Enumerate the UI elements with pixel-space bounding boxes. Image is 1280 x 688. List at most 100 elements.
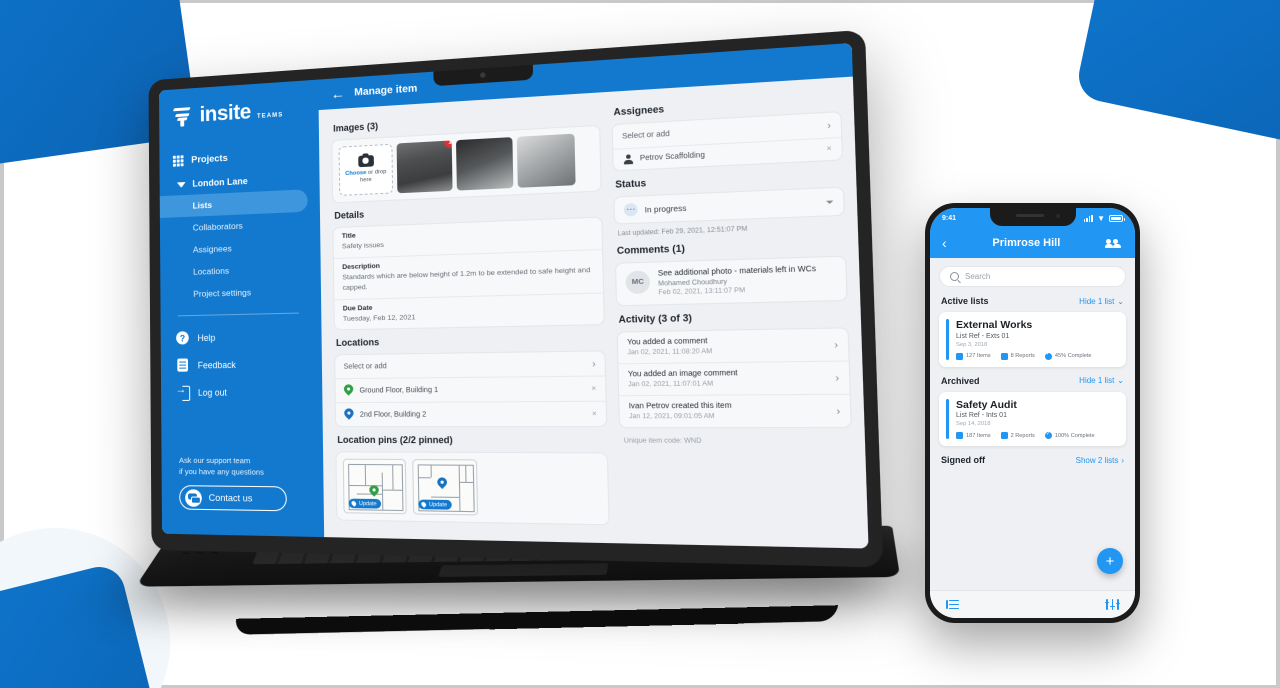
sidebar-item-project-settings[interactable]: Project settings — [160, 279, 321, 306]
collaborators-icon[interactable] — [1105, 238, 1123, 249]
chevron-down-icon: ⌄ — [1117, 376, 1124, 385]
status-last-updated: Last updated: Feb 29, 2021, 12:51:07 PM — [617, 226, 748, 238]
details-card: Title Safety issues Description Standard… — [332, 216, 605, 331]
list-ref: List Ref - Ints 01 — [956, 412, 1007, 419]
list-lines-icon — [956, 352, 963, 360]
card-accent-bar — [946, 398, 949, 439]
show-lists-button[interactable]: Show 2 lists › — [1076, 456, 1124, 465]
laptop-port — [196, 552, 205, 554]
page-title: Manage item — [354, 82, 418, 99]
section-heading: Signed off — [941, 455, 985, 465]
activity-row[interactable]: You added an image comment Jan 02, 2021,… — [618, 361, 850, 397]
stat-complete: 100% Complete — [1044, 431, 1095, 439]
list-ref: List Ref - Exts 01 — [956, 332, 1010, 340]
add-button[interactable]: + — [1097, 548, 1123, 574]
back-arrow-icon[interactable]: ← — [331, 85, 346, 102]
phone-mockup: 9:41 ▼ ‹ Primrose Hill Search Active lis… — [925, 203, 1140, 623]
list-stats: 127 Items 8 Reports 45% Complete — [956, 351, 1118, 360]
back-chevron-icon[interactable]: ‹ — [942, 235, 947, 251]
left-column: Images (3) Choose or drop here 1 Details… — [331, 103, 610, 543]
location-row: 2nd Floor, Building 2 × — [336, 402, 606, 426]
dropzone-text: Choose or drop here — [340, 168, 392, 186]
remove-location-button[interactable]: × — [591, 385, 596, 393]
screenshot-canvas: insite TEAMS Projects London Lane Lists … — [0, 0, 1280, 688]
chevron-right-icon: › — [835, 371, 840, 384]
assignee-select-placeholder: Select or add — [622, 130, 670, 141]
sidebar-util-label: Log out — [197, 386, 227, 398]
grid-icon — [172, 155, 184, 167]
field-description: Description Standards which are below he… — [333, 249, 604, 300]
laptop-trackpad — [438, 563, 609, 577]
floorplan-thumbnail[interactable]: Update — [412, 459, 479, 516]
webcam-lens-icon — [480, 72, 486, 78]
sidebar-item-feedback[interactable]: Feedback — [161, 349, 322, 379]
report-icon — [1000, 432, 1008, 439]
hide-lists-button[interactable]: Hide 1 list ⌄ — [1079, 376, 1124, 385]
stat-reports: 2 Reports — [1000, 432, 1035, 439]
location-select-row[interactable]: Select or add › — [335, 351, 606, 380]
activity-body: You added an image comment Jan 02, 2021,… — [628, 370, 738, 389]
map-pin-icon — [437, 478, 447, 490]
image-thumbnail[interactable]: 1 — [396, 140, 453, 194]
image-thumbnail[interactable] — [455, 137, 514, 191]
activity-body: You added a comment Jan 02, 2021, 11:08:… — [627, 338, 712, 357]
camera-icon — [357, 154, 374, 167]
phone-notch — [989, 208, 1076, 226]
sidebar-util-label: Help — [197, 332, 216, 343]
section-active-lists: Active lists Hide 1 list ⌄ — [939, 287, 1126, 312]
list-lines-icon — [956, 432, 963, 439]
floorplan-thumbnail[interactable]: Update — [342, 459, 407, 515]
filter-tab-icon[interactable] — [1104, 599, 1121, 610]
sidebar-item-label: Project settings — [193, 287, 252, 299]
sidebar-item-logout[interactable]: Log out — [161, 377, 322, 406]
remove-assignee-button[interactable]: × — [827, 145, 832, 153]
assignees-card: Select or add › Petrov Scaffolding × — [611, 110, 844, 172]
list-card[interactable]: External Works List Ref - Exts 01 Sep 3,… — [939, 312, 1126, 367]
sidebar-project-label: London Lane — [192, 175, 248, 189]
brand-suffix: TEAMS — [256, 112, 284, 120]
chevron-down-icon: ⌄ — [1117, 296, 1124, 306]
check-circle-icon — [1044, 351, 1052, 360]
sidebar-item-help[interactable]: ? Help — [161, 321, 322, 351]
activity-title: You added a comment — [627, 337, 708, 347]
canvas-border-top — [0, 0, 1280, 3]
status-dropdown[interactable]: ⋯ In progress — [613, 186, 846, 225]
section-heading: Archived — [941, 375, 980, 386]
map-pin-icon — [344, 385, 354, 398]
update-pin-button[interactable]: Update — [418, 499, 452, 511]
list-date: Sep 3, 2018 — [956, 341, 988, 348]
app-sidebar: insite TEAMS Projects London Lane Lists … — [159, 79, 325, 538]
hide-lists-button[interactable]: Hide 1 list ⌄ — [1079, 297, 1124, 306]
stat-reports-label: 8 Reports — [1010, 353, 1035, 359]
remove-location-button[interactable]: × — [592, 410, 597, 418]
cellular-signal-icon — [1083, 214, 1094, 222]
image-thumbnail[interactable] — [516, 133, 576, 188]
app-body: Images (3) Choose or drop here 1 Details… — [319, 77, 869, 549]
activity-title: Ivan Petrov created this item — [628, 402, 732, 411]
chevron-right-icon: › — [827, 119, 832, 131]
stat-items-label: 127 Items — [966, 353, 991, 359]
lists-tab-icon[interactable] — [946, 599, 959, 610]
search-input[interactable]: Search — [939, 266, 1126, 287]
status-time: 9:41 — [942, 214, 957, 222]
update-pin-button[interactable]: Update — [348, 499, 381, 509]
image-dropzone[interactable]: Choose or drop here — [338, 143, 394, 196]
stat-items: 127 Items — [956, 352, 991, 360]
activity-title: You added an image comment — [627, 369, 738, 379]
sidebar-divider — [177, 312, 299, 317]
laptop-lid: insite TEAMS Projects London Lane Lists … — [148, 29, 884, 568]
phone-header: ‹ Primrose Hill — [930, 228, 1135, 258]
location-select-placeholder: Select or add — [343, 362, 387, 371]
activity-row[interactable]: You added a comment Jan 02, 2021, 11:08:… — [617, 328, 849, 365]
hide-lists-label: Hide 1 list — [1079, 376, 1115, 385]
list-card[interactable]: Safety Audit List Ref - Ints 01 Sep 14, … — [939, 391, 1126, 446]
list-title: Safety Audit — [956, 398, 1017, 411]
insite-logo-icon — [172, 105, 194, 128]
contact-us-button[interactable]: Contact us — [179, 485, 287, 512]
front-camera-icon — [1055, 214, 1060, 218]
card-accent-bar — [946, 319, 949, 360]
search-icon — [950, 272, 959, 281]
list-card-body: Safety Audit List Ref - Ints 01 Sep 14, … — [956, 398, 1118, 439]
stat-complete: 45% Complete — [1044, 351, 1092, 360]
activity-row[interactable]: Ivan Petrov created this item Jan 12, 20… — [619, 395, 850, 427]
